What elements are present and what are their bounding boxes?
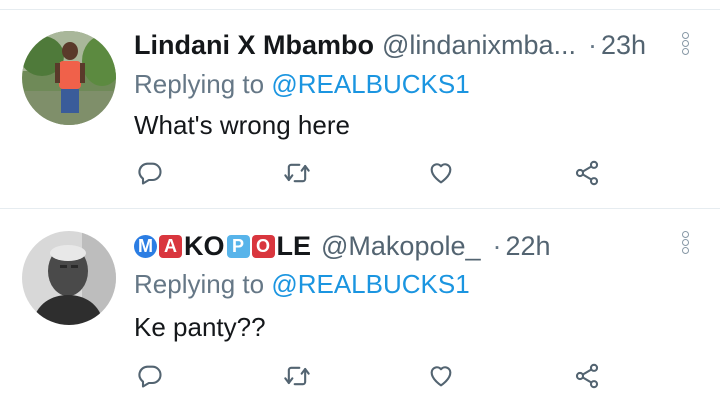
reply-button[interactable] [135,361,165,391]
tweet-actions [0,158,720,188]
name-letters-le: LE [276,231,312,261]
reply-tweet[interactable]: M A KO P O LE @Makopole_ · 22h Replying … [0,208,720,406]
name-letter-m: M [134,234,157,258]
user-handle[interactable]: @Makopole_ [321,229,481,263]
name-letters-ko: KO [184,231,225,261]
share-icon [575,363,599,389]
retweet-button[interactable] [282,158,312,188]
avatar[interactable] [22,31,116,125]
share-icon [575,160,599,186]
timestamp[interactable]: 22h [506,229,551,263]
name-letter-p: P [226,234,250,258]
avatar[interactable] [22,231,116,325]
reply-tweet[interactable]: Lindani X Mbambo @lindanixmba... · 23h R… [0,10,720,208]
retweet-button[interactable] [282,361,312,391]
separator-dot: · [588,30,597,60]
user-handle[interactable]: @lindanixmba... [382,28,576,62]
reply-button[interactable] [135,158,165,188]
replying-to: Replying to @REALBUCKS1 [134,67,470,101]
mention-link[interactable]: @REALBUCKS1 [271,69,469,99]
like-icon [430,163,452,184]
reply-icon [138,365,162,388]
separator-dot: · [492,231,502,261]
retweet-icon [284,163,310,183]
name-letter-a: A [159,234,182,258]
tweet-header: Lindani X Mbambo @lindanixmba... · 23h [134,28,646,62]
like-button[interactable] [426,361,456,391]
display-name[interactable]: Lindani X Mbambo [134,28,374,62]
timestamp[interactable]: 23h [601,28,646,62]
tweet-text: Ke panty?? [134,312,266,342]
more-options-icon[interactable] [682,231,692,255]
share-button[interactable] [572,361,602,391]
tweet-text: What's wrong here [134,110,350,140]
retweet-icon [284,366,310,386]
like-button[interactable] [426,158,456,188]
replying-to-label: Replying to [134,69,265,99]
more-options-icon[interactable] [682,32,692,56]
replying-to: Replying to @REALBUCKS1 [134,267,470,301]
tweet-actions [0,361,720,391]
top-divider [0,0,720,10]
like-icon [430,366,452,387]
mention-link[interactable]: @REALBUCKS1 [271,269,469,299]
reply-icon [138,162,162,185]
share-button[interactable] [572,158,602,188]
replying-to-label: Replying to [134,269,265,299]
tweet-header: M A KO P O LE @Makopole_ · 22h [134,229,551,263]
name-letter-o: O [251,234,275,258]
